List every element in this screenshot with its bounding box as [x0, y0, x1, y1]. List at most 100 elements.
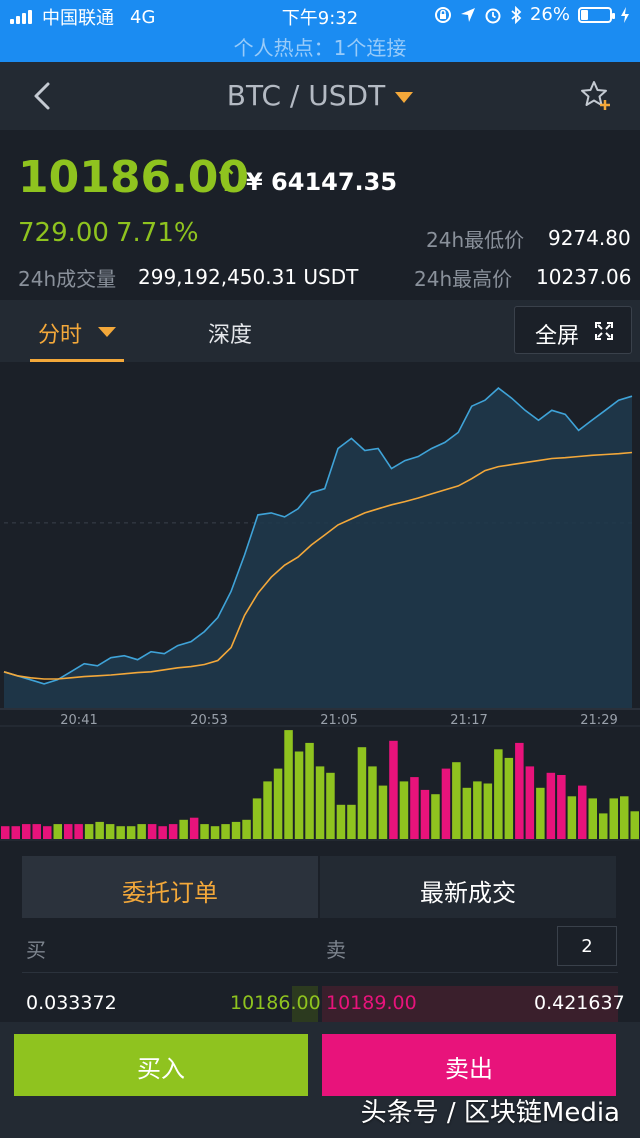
volume-bar: [22, 824, 31, 839]
volume-bar: [504, 757, 514, 839]
volume-bar: [578, 785, 587, 839]
orders-section: 委托订单 最新成交 买 卖 2 0.033372 10186.00 10189.…: [0, 852, 640, 1022]
volume-bar: [252, 798, 262, 839]
volume-bar: [368, 766, 377, 839]
price-change-percent: 7.71%: [116, 218, 199, 248]
high-label: 24h最高价: [414, 267, 513, 291]
depth-selector[interactable]: 2: [557, 926, 617, 966]
tab-timeshare-label: 分时: [38, 323, 83, 348]
volume-bar: [599, 813, 608, 839]
volume-value: 299,192,450.31 USDT: [138, 265, 359, 289]
app-root: 中国联通 4G 下午9:32 26% 个人热点：1个连接 BTC / USDT: [0, 0, 640, 1138]
volume-bar: [630, 811, 639, 840]
volume-bar: [74, 824, 83, 839]
sell-column-label: 卖: [326, 938, 346, 962]
pair-name: BTC / USDT: [226, 79, 386, 112]
volume-bar: [420, 789, 430, 839]
tab-trades-label: 最新成交: [420, 879, 516, 907]
volume-bar: [32, 824, 41, 839]
volume-bar: [137, 824, 146, 839]
volume-bar: [557, 775, 566, 839]
buy-button-label: 买入: [137, 1055, 185, 1083]
battery-icon: [578, 6, 615, 23]
volume-bar: [347, 804, 356, 839]
volume-bar: [158, 826, 167, 839]
star-plus-icon: [581, 81, 610, 110]
divider: [22, 972, 618, 973]
low-label: 24h最低价: [426, 228, 525, 252]
chart-tabs: 分时 深度 全屏: [0, 300, 640, 362]
volume-bar: [462, 787, 472, 839]
volume-bar: [53, 824, 62, 839]
volume-bar: [315, 766, 325, 839]
sell-price[interactable]: 10189.00: [326, 992, 417, 1014]
volume-bar: [147, 824, 157, 839]
caret-down-icon: [98, 327, 116, 337]
fullscreen-label: 全屏: [535, 324, 580, 349]
volume-bar: [483, 783, 493, 839]
volume-bar: [357, 747, 367, 839]
volume-bar: [410, 777, 419, 839]
volume-bar: [336, 804, 346, 839]
volume-bar: [95, 821, 104, 839]
volume-bar: [116, 826, 125, 839]
price-change: 729.00: [18, 218, 109, 248]
volume-bar: [242, 819, 251, 839]
volume-bar: [168, 824, 178, 839]
volume-bar: [609, 798, 618, 839]
volume-bar: [273, 768, 283, 839]
status-bar: 中国联通 4G 下午9:32 26% 个人热点：1个连接: [0, 0, 640, 62]
lock-rotation-icon: [434, 6, 451, 23]
tab-depth[interactable]: 深度: [208, 317, 252, 349]
volume-bar: [105, 824, 115, 839]
volume-bar: [64, 824, 73, 839]
tab-trades[interactable]: 最新成交: [320, 856, 616, 918]
fullscreen-button[interactable]: 全屏: [514, 306, 632, 354]
bluetooth-icon: [511, 5, 522, 24]
volume-bar: [525, 766, 535, 839]
volume-bar: [189, 817, 199, 839]
favorite-button[interactable]: [578, 78, 614, 114]
charging-icon: [621, 6, 629, 23]
price-chart[interactable]: 20:41 20:53 21:05 21:17 21:29: [0, 362, 640, 852]
cny-price: ¥ 64147.35: [246, 168, 398, 196]
pair-selector[interactable]: BTC / USDT: [0, 79, 640, 112]
volume-bar: [567, 796, 577, 839]
volume-bar: [305, 742, 314, 839]
high-value: 10237.06: [536, 265, 632, 289]
caret-down-icon: [395, 91, 414, 103]
sell-button[interactable]: 卖出: [322, 1034, 616, 1096]
volume-bar: [546, 772, 556, 839]
volume-bar: [11, 826, 20, 839]
volume-bar: [620, 796, 629, 839]
nav-bar: BTC / USDT: [0, 62, 640, 130]
volume-bar: [1, 826, 10, 839]
tab-orders-label: 委托订单: [122, 879, 218, 907]
volume-bar: [536, 787, 545, 839]
buy-price[interactable]: 10186.00: [230, 992, 321, 1014]
low-value: 9274.80: [548, 226, 631, 250]
battery-level: [581, 9, 589, 20]
sell-amount: 0.421637: [534, 992, 625, 1014]
tab-orders[interactable]: 委托订单: [22, 856, 318, 918]
volume-bar: [221, 824, 230, 839]
volume-bar: [231, 821, 241, 839]
buy-button[interactable]: 买入: [14, 1034, 308, 1096]
buy-amount: 0.033372: [26, 992, 117, 1014]
volume-bar: [389, 740, 398, 839]
volume-bar: [179, 819, 188, 839]
volume-bar: [378, 785, 388, 839]
volume-bar: [515, 742, 524, 839]
volume-bar: [43, 826, 52, 839]
volume-bar: [210, 826, 220, 839]
hotspot-banner[interactable]: 个人热点：1个连接: [0, 32, 640, 61]
volume-bar: [294, 751, 304, 839]
volume-bar: [263, 781, 272, 839]
battery-percent: 26%: [529, 4, 570, 25]
tab-timeshare[interactable]: 分时: [30, 300, 124, 362]
ticker-panel: 10186.00 ↑ ¥ 64147.35 729.00 7.71% 24h最低…: [0, 130, 640, 298]
volume-bar: [588, 798, 597, 839]
volume-bar: [126, 826, 136, 839]
alarm-icon: [485, 8, 501, 23]
volume-bar: [284, 730, 293, 839]
